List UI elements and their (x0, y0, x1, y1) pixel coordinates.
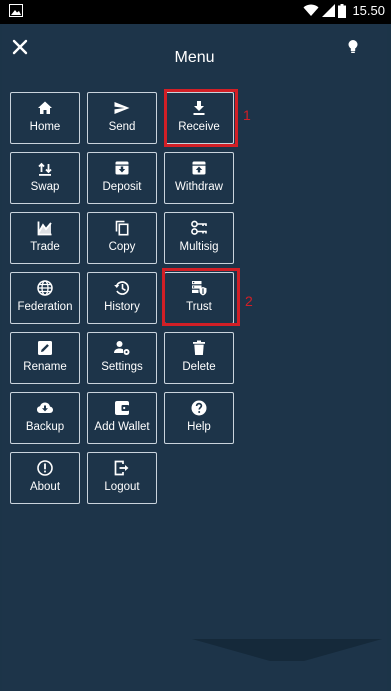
about-label: About (29, 481, 61, 493)
settings-button[interactable]: Settings (87, 332, 157, 384)
cloud-download-icon (37, 402, 53, 413)
history-label: History (104, 301, 140, 313)
send-icon (114, 102, 130, 114)
multisig-label: Multisig (179, 241, 219, 253)
lightbulb-icon[interactable] (345, 38, 361, 56)
copy-icon (115, 220, 129, 236)
rename-label: Rename (23, 361, 67, 373)
bottom-shadow (192, 639, 382, 661)
federation-label: Federation (17, 301, 73, 313)
deposit-icon (115, 161, 129, 175)
logout-button[interactable]: Logout (87, 452, 157, 504)
image-icon (9, 4, 23, 17)
trade-button[interactable]: Trade (10, 212, 80, 264)
withdraw-button[interactable]: Withdraw (164, 152, 234, 204)
swap-label: Swap (30, 181, 60, 193)
copy-button[interactable]: Copy (87, 212, 157, 264)
wallet-icon (115, 401, 129, 415)
delete-button[interactable]: Delete (164, 332, 234, 384)
trash-icon (193, 340, 205, 355)
annotation-1: 1 (243, 107, 251, 123)
withdraw-label: Withdraw (175, 181, 223, 193)
multisig-button[interactable]: Multisig (164, 212, 234, 264)
highlight-trust (162, 268, 240, 326)
battery-icon (338, 3, 347, 18)
logout-icon (114, 460, 129, 476)
header: Menu (2, 24, 387, 76)
add-wallet-button[interactable]: Add Wallet (87, 392, 157, 444)
edit-icon (38, 341, 52, 355)
home-button[interactable]: Home (10, 92, 80, 144)
signal-icon (322, 4, 336, 17)
annotation-2: 2 (245, 293, 253, 309)
globe-icon (37, 280, 53, 296)
chart-icon (37, 221, 52, 236)
keys-icon (191, 220, 207, 235)
federation-button[interactable]: Federation (10, 272, 80, 324)
help-label: Help (187, 421, 211, 433)
status-time: 15.50 (352, 3, 385, 18)
user-settings-icon (114, 341, 130, 355)
deposit-label: Deposit (102, 181, 142, 193)
swap-button[interactable]: Swap (10, 152, 80, 204)
help-icon (191, 400, 207, 416)
deposit-button[interactable]: Deposit (87, 152, 157, 204)
phone-screen: 15.50 Menu Home Send Receive Swap Deposi… (0, 0, 391, 691)
send-button[interactable]: Send (87, 92, 157, 144)
status-bar: 15.50 (0, 0, 391, 24)
page-title: Menu (174, 49, 215, 66)
swap-icon (38, 162, 52, 176)
history-icon (114, 281, 130, 295)
rename-button[interactable]: Rename (10, 332, 80, 384)
wifi-icon (303, 4, 319, 16)
home-icon (38, 101, 52, 114)
info-icon (37, 460, 53, 476)
history-button[interactable]: History (87, 272, 157, 324)
withdraw-icon (192, 161, 206, 175)
trade-label: Trade (30, 241, 60, 253)
backup-button[interactable]: Backup (10, 392, 80, 444)
backup-label: Backup (25, 421, 65, 433)
delete-label: Delete (182, 361, 216, 373)
add-wallet-label: Add Wallet (94, 421, 150, 433)
send-label: Send (108, 121, 136, 133)
highlight-receive (164, 89, 238, 147)
logout-label: Logout (104, 481, 140, 493)
home-label: Home (29, 121, 61, 133)
help-button[interactable]: Help (164, 392, 234, 444)
copy-label: Copy (108, 241, 136, 253)
status-icons: 15.50 (303, 3, 385, 18)
settings-label: Settings (101, 361, 143, 373)
about-button[interactable]: About (10, 452, 80, 504)
